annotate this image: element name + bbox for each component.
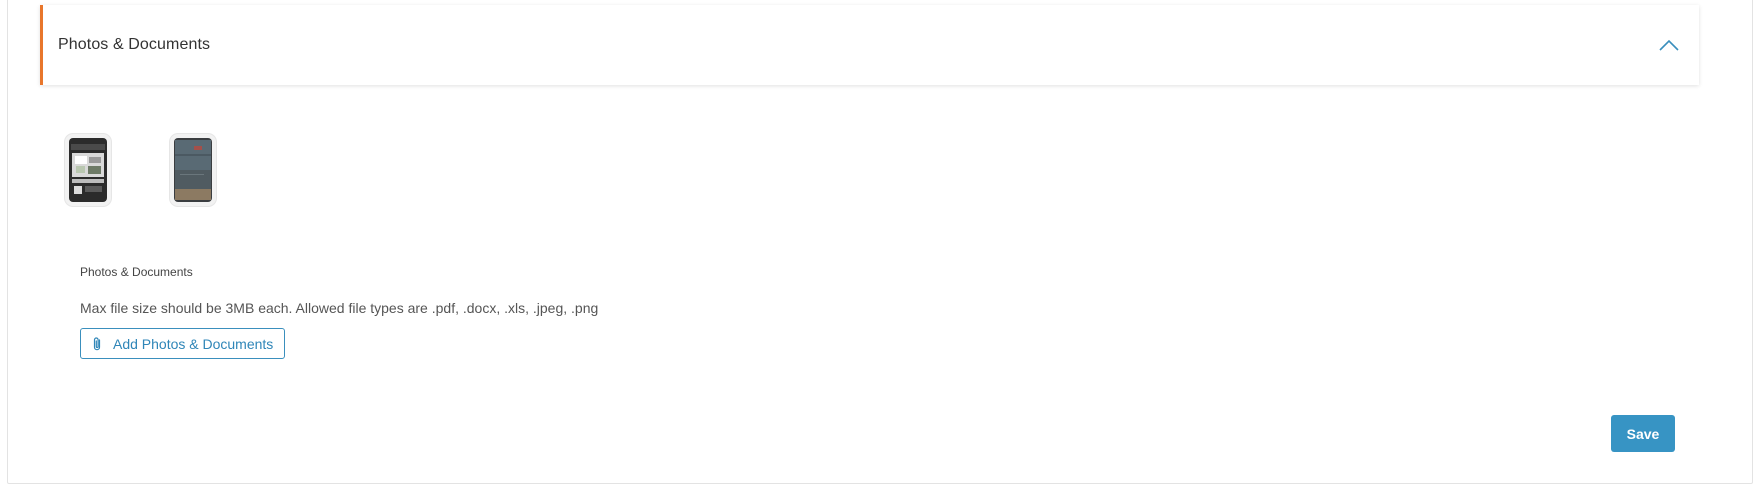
- image-thumbnail-icon: [69, 138, 107, 202]
- chevron-up-icon[interactable]: [1655, 31, 1683, 59]
- add-photos-documents-button[interactable]: Add Photos & Documents: [80, 328, 286, 359]
- upload-field-label: Photos & Documents: [80, 265, 193, 279]
- photos-documents-accordion-header[interactable]: Photos & Documents: [40, 5, 1699, 85]
- photo-thumbnail[interactable]: [170, 134, 216, 206]
- image-thumbnail-icon: [174, 138, 212, 202]
- section-title: Photos & Documents: [58, 36, 211, 53]
- add-button-label: Add Photos & Documents: [113, 335, 274, 352]
- upload-help-text: Max file size should be 3MB each. Allowe…: [80, 300, 599, 316]
- save-button[interactable]: Save: [1611, 415, 1675, 452]
- photo-thumbnail[interactable]: [65, 134, 111, 206]
- paperclip-icon: [91, 336, 103, 352]
